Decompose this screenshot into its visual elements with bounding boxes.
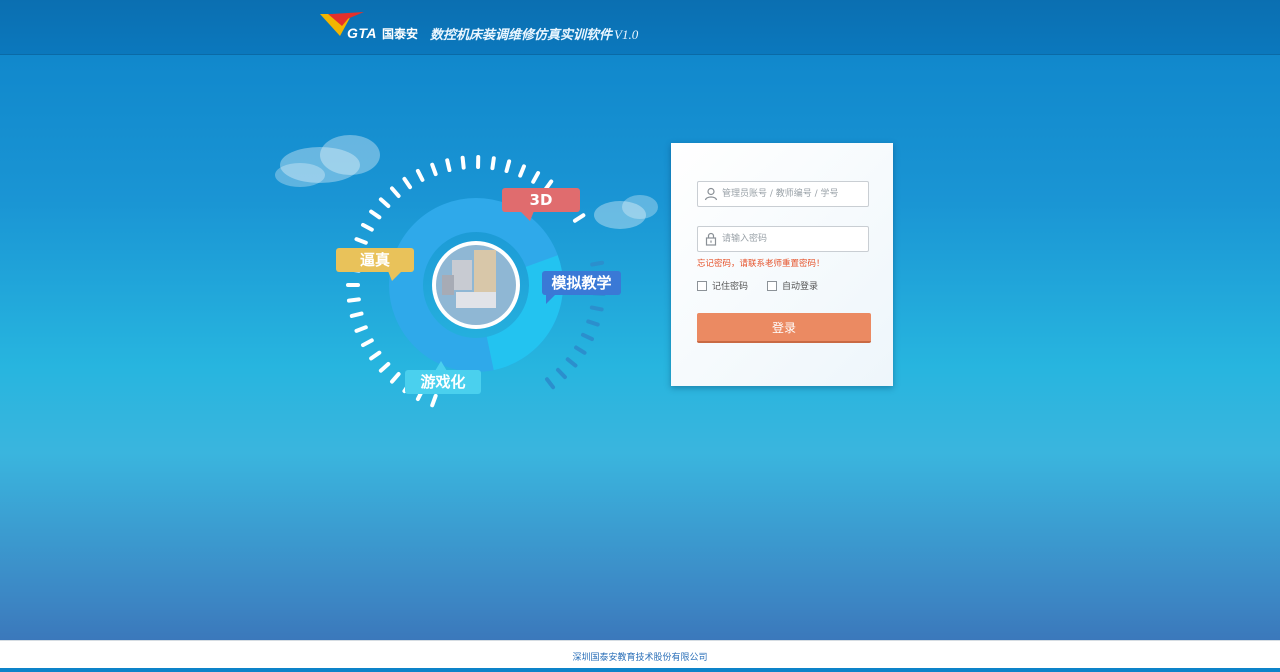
bubble-3d: 3D bbox=[502, 188, 580, 212]
auto-login-label: 自动登录 bbox=[782, 279, 818, 292]
tick-mark bbox=[432, 396, 435, 405]
tick-mark bbox=[432, 165, 435, 174]
lock-icon bbox=[704, 232, 718, 246]
user-icon bbox=[704, 187, 718, 201]
tick-mark bbox=[363, 340, 372, 345]
footer: 深圳国泰安教育技术股份有限公司 bbox=[0, 640, 1280, 668]
tick-mark bbox=[533, 173, 538, 182]
username-input[interactable] bbox=[722, 182, 866, 206]
auto-login-checkbox[interactable]: 自动登录 bbox=[767, 279, 818, 292]
login-panel: 忘记密码，请联系老师重置密码！ 记住密码 自动登录 登录 bbox=[671, 143, 893, 386]
tick-mark bbox=[392, 188, 399, 196]
checkbox-box[interactable] bbox=[767, 281, 777, 291]
tick-mark-dark bbox=[592, 308, 602, 310]
tick-mark-dark bbox=[576, 348, 584, 353]
top-header: GTA 国泰安 数控机床装调维修仿真实训软件V1.0 bbox=[0, 0, 1280, 55]
tick-mark bbox=[575, 215, 583, 220]
password-input[interactable] bbox=[722, 227, 866, 251]
tick-mark bbox=[381, 199, 388, 206]
tick-mark bbox=[357, 239, 366, 243]
remember-password-label: 记住密码 bbox=[712, 279, 748, 292]
login-button[interactable]: 登录 bbox=[697, 313, 871, 343]
tick-mark bbox=[371, 353, 379, 359]
tick-mark bbox=[447, 160, 449, 170]
tick-mark bbox=[352, 314, 362, 316]
tick-mark bbox=[371, 212, 379, 218]
tick-mark bbox=[404, 179, 410, 187]
tick-mark-dark bbox=[558, 370, 565, 377]
tick-mark-dark bbox=[588, 321, 598, 324]
tick-mark-dark bbox=[592, 263, 602, 265]
bubble-gamified: 游戏化 bbox=[405, 370, 481, 394]
tick-mark bbox=[520, 166, 524, 175]
app-version: V1.0 bbox=[614, 27, 638, 42]
remember-password-checkbox[interactable]: 记住密码 bbox=[697, 279, 748, 292]
tick-mark bbox=[357, 327, 366, 331]
bubble-simulation-teaching: 模拟教学 bbox=[542, 271, 621, 295]
tick-mark bbox=[363, 225, 372, 230]
username-field[interactable] bbox=[697, 181, 869, 207]
logo-text: GTA bbox=[347, 25, 377, 41]
tick-mark bbox=[418, 171, 423, 180]
checkbox-box[interactable] bbox=[697, 281, 707, 291]
tick-mark bbox=[392, 374, 399, 382]
bubble-realistic: 逼真 bbox=[336, 248, 414, 272]
logo-brand-name: 国泰安 bbox=[382, 25, 418, 42]
tick-mark-dark bbox=[547, 379, 553, 387]
hero-illustration: 3D 逼真 模拟教学 游戏化 bbox=[270, 120, 670, 430]
password-field[interactable] bbox=[697, 226, 869, 252]
tick-mark bbox=[492, 158, 493, 168]
tick-mark bbox=[381, 364, 388, 371]
footer-company: 深圳国泰安教育技术股份有限公司 bbox=[572, 653, 707, 663]
tick-mark-dark bbox=[568, 359, 576, 365]
tick-mark bbox=[507, 161, 510, 171]
tick-mark bbox=[349, 299, 359, 300]
app-title-text: 数控机床装调维修仿真实训软件 bbox=[430, 28, 612, 43]
tick-mark-dark bbox=[583, 335, 592, 339]
tick-mark bbox=[463, 158, 464, 168]
forgot-password-hint: 忘记密码，请联系老师重置密码！ bbox=[697, 257, 825, 269]
app-title: 数控机床装调维修仿真实训软件V1.0 bbox=[430, 24, 638, 43]
